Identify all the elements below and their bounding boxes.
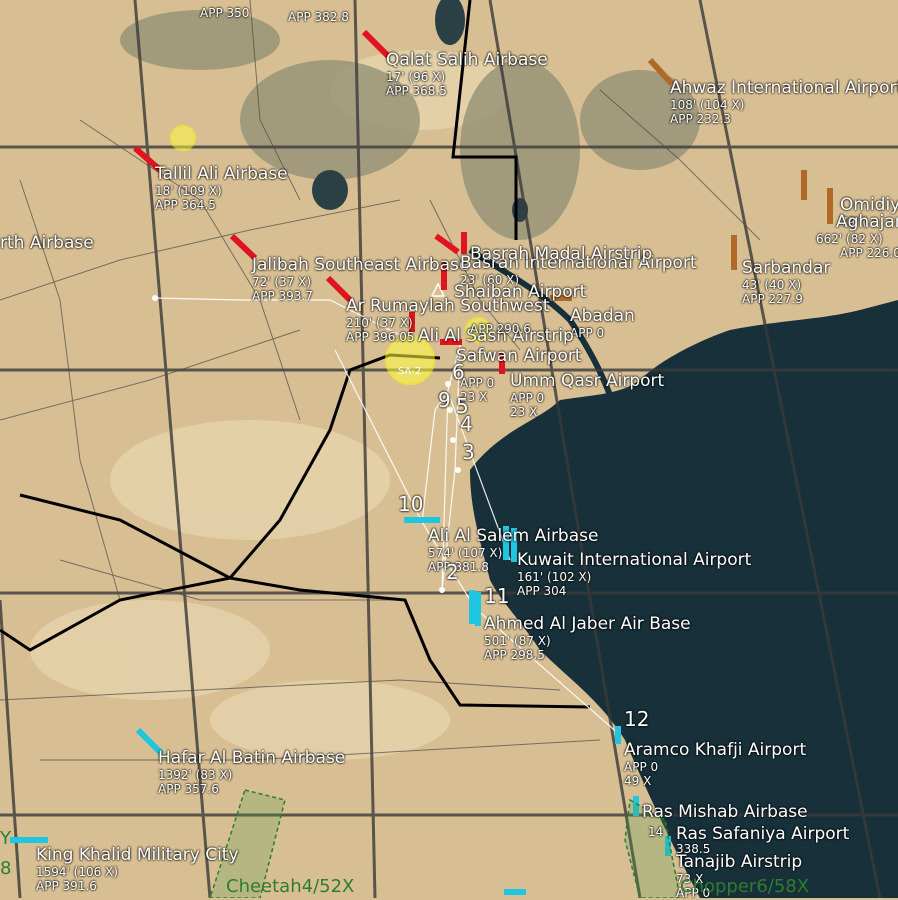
airbase-name: Ahmed Al Jaber Air Base: [484, 614, 691, 634]
airbase-elevation: 49 X: [624, 774, 652, 788]
airbase-name: Aghajari: [836, 212, 898, 232]
airbase-ahwaz[interactable]: Ahwaz International Airport 108' (104 X)…: [670, 78, 898, 126]
waypoint-5[interactable]: 5: [456, 394, 469, 418]
waypoint-3[interactable]: 3: [462, 440, 475, 464]
airbase-basrah-madal[interactable]: Basrah Madal Airstrip: [470, 244, 652, 264]
edge-label-8: 8: [0, 858, 12, 879]
airbase-name: King Khalid Military City: [36, 845, 239, 865]
airbase-aghajari[interactable]: Aghajari 662' (82 X) APP 226.0: [816, 212, 898, 260]
airbase-app: APP 0: [510, 391, 545, 405]
airbase-name: Ahwaz International Airport: [670, 78, 898, 98]
sam-label: SA-2: [398, 366, 421, 377]
airbase-app: APP 0: [460, 376, 495, 390]
airbase-elevation: 23 X: [510, 405, 538, 419]
airbase-safwan[interactable]: Safwan Airport: [456, 346, 582, 366]
airbase-name: Hafar Al Batin Airbase: [158, 748, 346, 768]
waypoint-12[interactable]: 12: [624, 707, 649, 731]
airbase-app: APP 290.6: [470, 322, 531, 336]
airbase-elevation: 108' (104 X): [670, 98, 745, 112]
airbase-elevation: 43' (40 X): [742, 278, 802, 292]
airbase-hafar-al-batin[interactable]: Hafar Al Batin Airbase 1392' (83 X) APP …: [158, 748, 345, 796]
edge-label-y: Y: [0, 828, 11, 849]
airbase-name: Jalibah Southeast Airbase: [252, 255, 470, 275]
zone-label-chopper: Chopper6/58X: [680, 876, 810, 897]
airbase-tallil[interactable]: Tallil Ali Airbase 18' (109 X) APP 364.5: [155, 164, 288, 212]
partial-app-label: APP 350: [200, 6, 250, 20]
airbase-elevation: 1594' (106 X): [36, 865, 118, 879]
airbase-app: APP 364.5: [155, 198, 216, 212]
airbase-elevation: 501' (87 X): [484, 634, 551, 648]
airbase-king-khalid[interactable]: King Khalid Military City 1594' (106 X) …: [36, 845, 239, 893]
airbase-name: Tanajib Airstrip: [676, 852, 803, 872]
airbase-app: APP 227.9: [742, 292, 803, 306]
airbase-elevation: 17' (96 X): [386, 70, 446, 84]
airbase-ras-mishab[interactable]: Ras Mishab Airbase: [642, 802, 808, 822]
airbase-sarbandar[interactable]: Sarbandar 43' (40 X) APP 227.9: [742, 258, 830, 306]
airbase-app: APP 0: [570, 326, 605, 340]
airbase-abadan[interactable]: Abadan APP 0: [570, 306, 635, 340]
airbase-name: Tallil Ali Airbase: [155, 164, 288, 184]
airbase-name: Sarbandar: [742, 258, 831, 278]
airbase-kuwait-intl[interactable]: Kuwait International Airport 161' (102 X…: [517, 550, 751, 598]
airbase-elevation: 1392' (83 X): [158, 768, 233, 782]
waypoint-9[interactable]: 9: [438, 388, 451, 412]
airbase-name: Abadan: [570, 306, 635, 326]
airbase-name: Kuwait International Airport: [517, 550, 752, 570]
airbase-sub: 14: [648, 825, 664, 839]
airbase-app: APP 232.3: [670, 112, 731, 126]
airbase-app: APP 0: [624, 760, 659, 774]
waypoint-2[interactable]: 2: [446, 560, 459, 584]
zone-label-cheetah: Cheetah4/52X: [226, 876, 355, 897]
airbase-app: APP 304: [517, 584, 567, 598]
airbase-shaiban[interactable]: Shaiban Airport: [454, 282, 586, 302]
airbase-ras-safaniya[interactable]: Ras Safaniya Airport: [676, 824, 849, 844]
waypoint-6[interactable]: 6: [452, 360, 465, 384]
airbase-elevation: 18' (109 X): [155, 184, 222, 198]
airbase-name: Umm Qasr Airport: [510, 371, 665, 391]
airbase-name: Qalat Salih Airbase: [386, 50, 548, 70]
airbase-ahmed-al-jaber[interactable]: Ahmed Al Jaber Air Base 501' (87 X) APP …: [484, 614, 691, 662]
airbase-elevation: 662' (82 X): [816, 232, 883, 246]
airbase-aramco-khafji[interactable]: Aramco Khafji Airport APP 0 49 X: [624, 740, 806, 788]
airbase-umm-qasr[interactable]: Umm Qasr Airport APP 0 23 X: [510, 371, 664, 419]
partial-app-label: APP 382.8: [288, 10, 349, 24]
airbase-app: APP 368.5: [386, 84, 447, 98]
airbase-partial-west[interactable]: rth Airbase: [0, 233, 94, 253]
airbase-app: APP 391.6: [36, 879, 97, 893]
airbase-elevation: 161' (102 X): [517, 570, 592, 584]
airbase-app: APP 298.5: [484, 648, 545, 662]
airbase-name: Aramco Khafji Airport: [624, 740, 807, 760]
waypoint-10[interactable]: 10: [398, 492, 423, 516]
airbase-name: Safwan Airport: [456, 346, 582, 366]
airbase-app: APP 357.6: [158, 782, 219, 796]
airbase-qalat-salih[interactable]: Qalat Salih Airbase 17' (96 X) APP 368.5: [386, 50, 548, 98]
airbase-name: Ali Al Salem Airbase: [428, 526, 599, 546]
airbase-elevation: 72' (37 X): [252, 275, 312, 289]
waypoint-11[interactable]: 11: [484, 584, 509, 608]
